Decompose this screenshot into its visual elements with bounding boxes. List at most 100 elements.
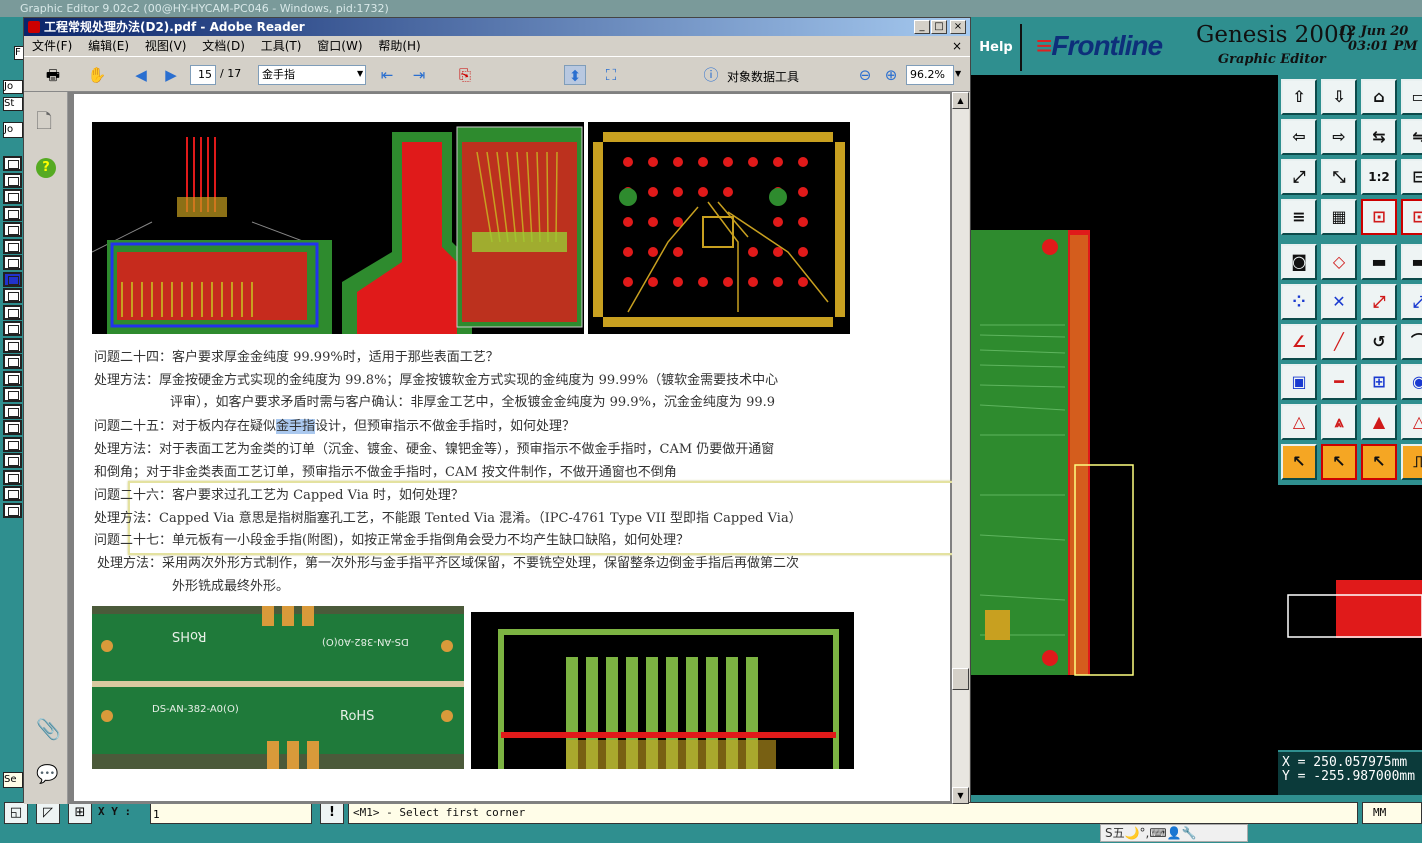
find-prev-icon[interactable]: ⇤ — [376, 65, 398, 85]
save-icon[interactable]: ⇩ — [1321, 79, 1357, 115]
trace-icon[interactable]: ━ — [1321, 364, 1357, 400]
layer-b-icon[interactable]: ⊡ — [1401, 199, 1422, 235]
scale-icon[interactable]: 1:2 — [1361, 159, 1397, 195]
layer-checkbox[interactable] — [3, 255, 22, 270]
route-icon[interactable]: ⤢ — [1401, 284, 1422, 320]
left-tab-se[interactable]: Se — [3, 772, 23, 788]
ime-toolbar[interactable]: S五🌙°,⌨👤🔧 — [1100, 824, 1248, 842]
grid-icon[interactable]: ▦ — [1321, 199, 1357, 235]
zoom-input[interactable]: 96.2% — [906, 65, 954, 85]
create-pdf-icon[interactable]: ⎘ — [454, 65, 476, 85]
layer-checkbox[interactable] — [3, 222, 22, 237]
layer-checkbox[interactable] — [3, 172, 22, 188]
find-next-icon[interactable]: ⇥ — [408, 65, 430, 85]
pages-icon[interactable]: 🗋 — [36, 107, 52, 141]
layer-checkbox[interactable] — [3, 453, 22, 468]
outline-icon[interactable]: △ — [1401, 404, 1422, 440]
document-close-button[interactable]: × — [952, 37, 962, 56]
layer-checkbox[interactable] — [3, 370, 22, 386]
step-icon[interactable]: ⎍ — [1401, 444, 1422, 480]
open-icon[interactable]: ⇧ — [1281, 79, 1317, 115]
swap-icon[interactable]: ⇆ — [1361, 119, 1397, 155]
menu-document[interactable]: 文档(D) — [196, 37, 251, 56]
search-hit[interactable]: 金手指 — [276, 419, 316, 434]
scroll-up-icon[interactable]: ▲ — [952, 92, 969, 109]
alert-button[interactable]: ! — [320, 802, 344, 824]
pdf-page[interactable]: 问题二十四：客户要求厚金金纯度 99.99%时，适用于那些表面工艺？ 处理方法：… — [74, 94, 966, 801]
panel-icon[interactable]: ⊟ — [1401, 159, 1422, 195]
minimize-button[interactable]: _ — [914, 20, 930, 34]
layer-checkbox[interactable] — [3, 304, 22, 320]
layer-checkbox[interactable] — [3, 288, 22, 303]
window-icon[interactable]: ▭ — [1401, 79, 1422, 115]
triangle-icon[interactable]: △ — [1281, 404, 1317, 440]
select-box-icon[interactable]: ↖ — [1321, 444, 1357, 480]
select-icon[interactable]: ↖ — [1281, 444, 1317, 480]
layer-checkbox[interactable] — [3, 486, 22, 501]
layer-checkbox[interactable] — [3, 403, 22, 419]
zoom-in-icon[interactable]: ⊕ — [880, 65, 902, 85]
rotate-icon[interactable]: ↺ — [1361, 324, 1397, 360]
hand-icon[interactable]: ✋ — [86, 65, 108, 85]
layer-a-icon[interactable]: ⊡ — [1361, 199, 1397, 235]
edit-icon[interactable]: ◇ — [1321, 244, 1357, 280]
polygon-icon[interactable]: ⩓ — [1321, 404, 1357, 440]
layer-checkbox[interactable] — [3, 387, 22, 402]
fill-icon[interactable]: ▲ — [1361, 404, 1397, 440]
scroll-down-icon[interactable]: ▼ — [952, 787, 969, 804]
object-data-tool-label[interactable]: 对象数据工具 — [727, 68, 799, 85]
connect-icon[interactable]: ⤢ — [1361, 284, 1397, 320]
ruler-icon[interactable]: ▬ — [1361, 244, 1397, 280]
angle-icon[interactable]: ∠ — [1281, 324, 1317, 360]
measure-icon[interactable]: ◸ — [36, 802, 60, 824]
move-left-icon[interactable]: ⇦ — [1281, 119, 1317, 155]
circle-icon[interactable]: ◉ — [1401, 364, 1422, 400]
pad-icon[interactable]: ▣ — [1281, 364, 1317, 400]
menu-edit[interactable]: 编辑(E) — [82, 37, 135, 56]
maximize-button[interactable]: □ — [931, 20, 947, 34]
layer-checkbox[interactable] — [3, 469, 22, 485]
snap-icon[interactable]: ≡ — [1281, 199, 1317, 235]
zoom-out-icon[interactable]: ⊖ — [854, 65, 876, 85]
layer-checkbox[interactable] — [3, 420, 22, 435]
object-data-icon[interactable]: ⓘ — [700, 65, 722, 85]
zoom-fit-icon[interactable]: ⤢ — [1281, 159, 1317, 195]
left-tab-step[interactable]: St — [3, 97, 23, 111]
move-right-icon[interactable]: ⇨ — [1321, 119, 1357, 155]
help-button[interactable]: Help — [972, 24, 1022, 71]
page-number-input[interactable]: 15 — [190, 65, 216, 85]
menu-help[interactable]: 帮助(H) — [372, 37, 426, 56]
fit-width-icon[interactable]: ⬍ — [564, 65, 586, 85]
line-icon[interactable]: ╱ — [1321, 324, 1357, 360]
comments-icon[interactable]: 💬 — [36, 764, 58, 785]
left-tab-job[interactable]: Jo — [3, 80, 23, 94]
zoom-dropdown-icon[interactable]: ▼ — [955, 69, 961, 78]
vertical-scrollbar[interactable]: ▲ ▼ — [952, 92, 969, 804]
clear-icon[interactable]: ◙ — [1281, 244, 1317, 280]
search-input[interactable]: 金手指 — [258, 65, 366, 85]
layer-checkbox[interactable] — [3, 205, 22, 221]
menu-file[interactable]: 文件(F) — [24, 37, 78, 56]
zoom-home-icon[interactable]: ⤡ — [1321, 159, 1357, 195]
search-dropdown-icon[interactable]: ▼ — [357, 69, 363, 78]
layer-checkbox[interactable] — [3, 156, 22, 171]
layer-checkbox[interactable] — [3, 271, 22, 287]
scroll-thumb[interactable] — [952, 668, 969, 690]
layer-checkbox[interactable] — [3, 502, 22, 518]
zoom-fit-icon[interactable]: ◱ — [4, 802, 28, 824]
layer-checkbox[interactable] — [3, 436, 22, 452]
prev-page-icon[interactable]: ◀ — [130, 65, 152, 85]
ruler2-icon[interactable]: ▬ — [1401, 244, 1422, 280]
overview-canvas[interactable] — [1278, 485, 1422, 750]
graphics-canvas[interactable] — [970, 75, 1278, 795]
mirror-icon[interactable]: ⇋ — [1401, 119, 1422, 155]
nodes-icon[interactable]: ⁘ — [1281, 284, 1317, 320]
next-page-icon[interactable]: ▶ — [160, 65, 182, 85]
home-icon[interactable]: ⌂ — [1361, 79, 1397, 115]
xy-input[interactable]: 1 — [150, 802, 312, 824]
menu-window[interactable]: 窗口(W) — [311, 37, 368, 56]
matrix-icon[interactable]: ⊞ — [1361, 364, 1397, 400]
adobe-title-bar[interactable]: 工程常规处理办法(D2).pdf - Adobe Reader — [24, 18, 970, 36]
layer-checkbox[interactable] — [3, 337, 22, 353]
layer-checkbox[interactable] — [3, 354, 22, 369]
